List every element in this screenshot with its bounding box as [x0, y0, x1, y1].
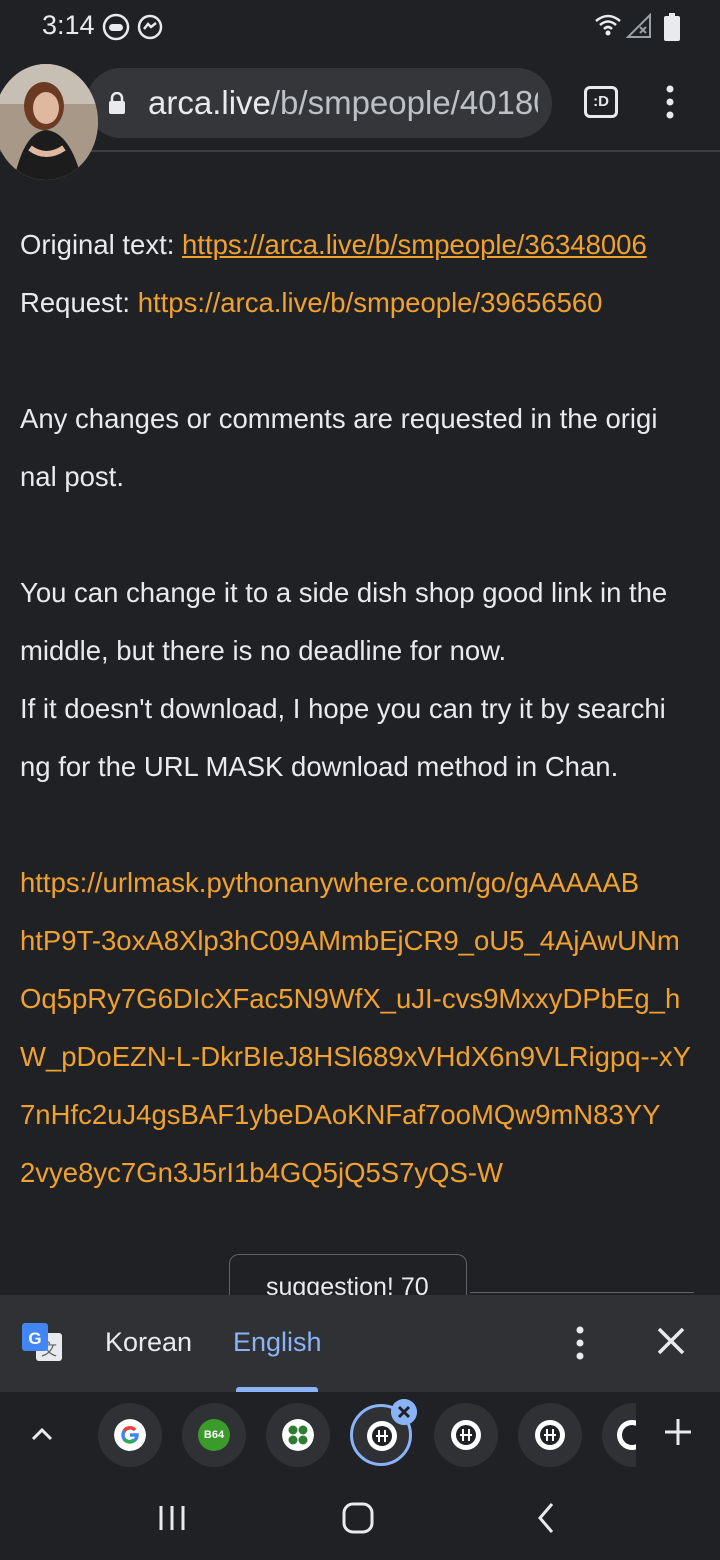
translate-bar: 文 G Korean English: [0, 1295, 720, 1392]
battery-icon: [664, 13, 680, 41]
system-nav-bar: [0, 1478, 720, 1560]
original-label: Original text:: [20, 229, 183, 260]
paragraph-1-line-1: Any changes or comments are requested in…: [20, 403, 658, 434]
urlmask-link[interactable]: https://urlmask.pythonanywhere.com/go/gA…: [20, 854, 700, 1202]
tab-arca[interactable]: [434, 1403, 498, 1467]
messenger-icon: [137, 14, 163, 40]
tab-arca[interactable]: [518, 1403, 582, 1467]
urlmask-link-line: Oq5pRy7G6DIcXFac5N9WfX_uJI-cvs9MxxyDPbEg…: [20, 983, 681, 1014]
url-host: arca.live: [148, 84, 271, 121]
clover-favicon: [282, 1419, 314, 1451]
google-favicon: [114, 1419, 146, 1451]
status-time: 3:14: [42, 10, 95, 40]
tab-b64[interactable]: B64: [182, 1403, 246, 1467]
original-text-line: Original text: https://arca.live/b/smpeo…: [20, 216, 710, 274]
home-icon[interactable]: [340, 1500, 376, 1536]
paragraph-2-line-2: middle, but there is no deadline for now…: [20, 635, 507, 666]
request-link[interactable]: https://arca.live/b/smpeople/39656560: [138, 287, 603, 318]
source-language-tab[interactable]: Korean: [105, 1327, 192, 1358]
paragraph-2-line-4: ng for the URL MASK download method in C…: [20, 751, 619, 782]
game-controller-icon: [102, 13, 130, 41]
paragraph-2-line-3: If it doesn't download, I hope you can t…: [20, 693, 666, 724]
urlmask-link-line: 2vye8yc7Gn3J5rI1b4GQ5jQ5S7yQS-W: [20, 1157, 503, 1188]
browser-toolbar: arca.live/b/smpeople/40180 :D: [0, 56, 720, 180]
recent-apps-icon[interactable]: [156, 1502, 188, 1534]
partial-favicon: [617, 1420, 636, 1450]
close-icon[interactable]: [655, 1325, 687, 1357]
avatar[interactable]: [0, 64, 98, 180]
lock-icon: [109, 92, 125, 114]
tab-close-icon[interactable]: [391, 1399, 417, 1425]
signal-icon: [626, 13, 651, 38]
arca-favicon: [535, 1420, 565, 1450]
more-menu-icon[interactable]: [660, 84, 680, 120]
paragraph-2-line-1: You can change it to a side dish shop go…: [20, 577, 668, 608]
urlmask-link-line: https://urlmask.pythonanywhere.com/go/gA…: [20, 867, 640, 898]
translate-more-icon[interactable]: [570, 1325, 590, 1361]
request-label: Request:: [20, 287, 138, 318]
tab-google[interactable]: [98, 1403, 162, 1467]
tab-clover[interactable]: [266, 1403, 330, 1467]
post-content: Original text: https://arca.live/b/smpeo…: [20, 216, 710, 1202]
back-icon[interactable]: [532, 1500, 560, 1536]
urlmask-link-line: W_pDoEZN-L-DkrBIeJ8HSl689xVHdX6n9VLRigpq…: [20, 1041, 691, 1072]
target-language-tab[interactable]: English: [233, 1327, 322, 1358]
wifi-icon: [595, 14, 621, 36]
avatar-photo: [0, 64, 98, 180]
tab-strip: B64: [0, 1392, 720, 1478]
url-path: /b/smpeople/40180: [270, 84, 538, 121]
original-link[interactable]: https://arca.live/b/smpeople/36348006: [182, 229, 647, 260]
arca-favicon: [367, 1421, 397, 1451]
b64-favicon: B64: [198, 1419, 230, 1451]
tab-partial[interactable]: [602, 1403, 636, 1467]
urlmask-link-line: 7nHfc2uJ4gsBAF1ybeDAoKNFaf7ooMQw9mN83YY: [20, 1099, 661, 1130]
address-bar[interactable]: arca.live/b/smpeople/40180: [86, 68, 552, 138]
svg-text:G: G: [28, 1329, 41, 1348]
chevron-up-icon[interactable]: [28, 1420, 56, 1448]
status-bar: 3:14: [0, 0, 720, 56]
arca-favicon: [451, 1420, 481, 1450]
new-tab-plus-icon[interactable]: [662, 1416, 694, 1448]
tab-switcher-button[interactable]: :D: [584, 86, 618, 118]
google-translate-icon: 文 G: [22, 1323, 62, 1361]
divider: [470, 1292, 694, 1293]
urlmask-link-line: htP9T-3oxA8Xlp3hC09AMmbEjCR9_oU5_4AjAwUN…: [20, 925, 680, 956]
request-line: Request: https://arca.live/b/smpeople/39…: [20, 274, 710, 332]
paragraph-1-line-2: nal post.: [20, 461, 124, 492]
url-text: arca.live/b/smpeople/40180: [148, 84, 538, 122]
